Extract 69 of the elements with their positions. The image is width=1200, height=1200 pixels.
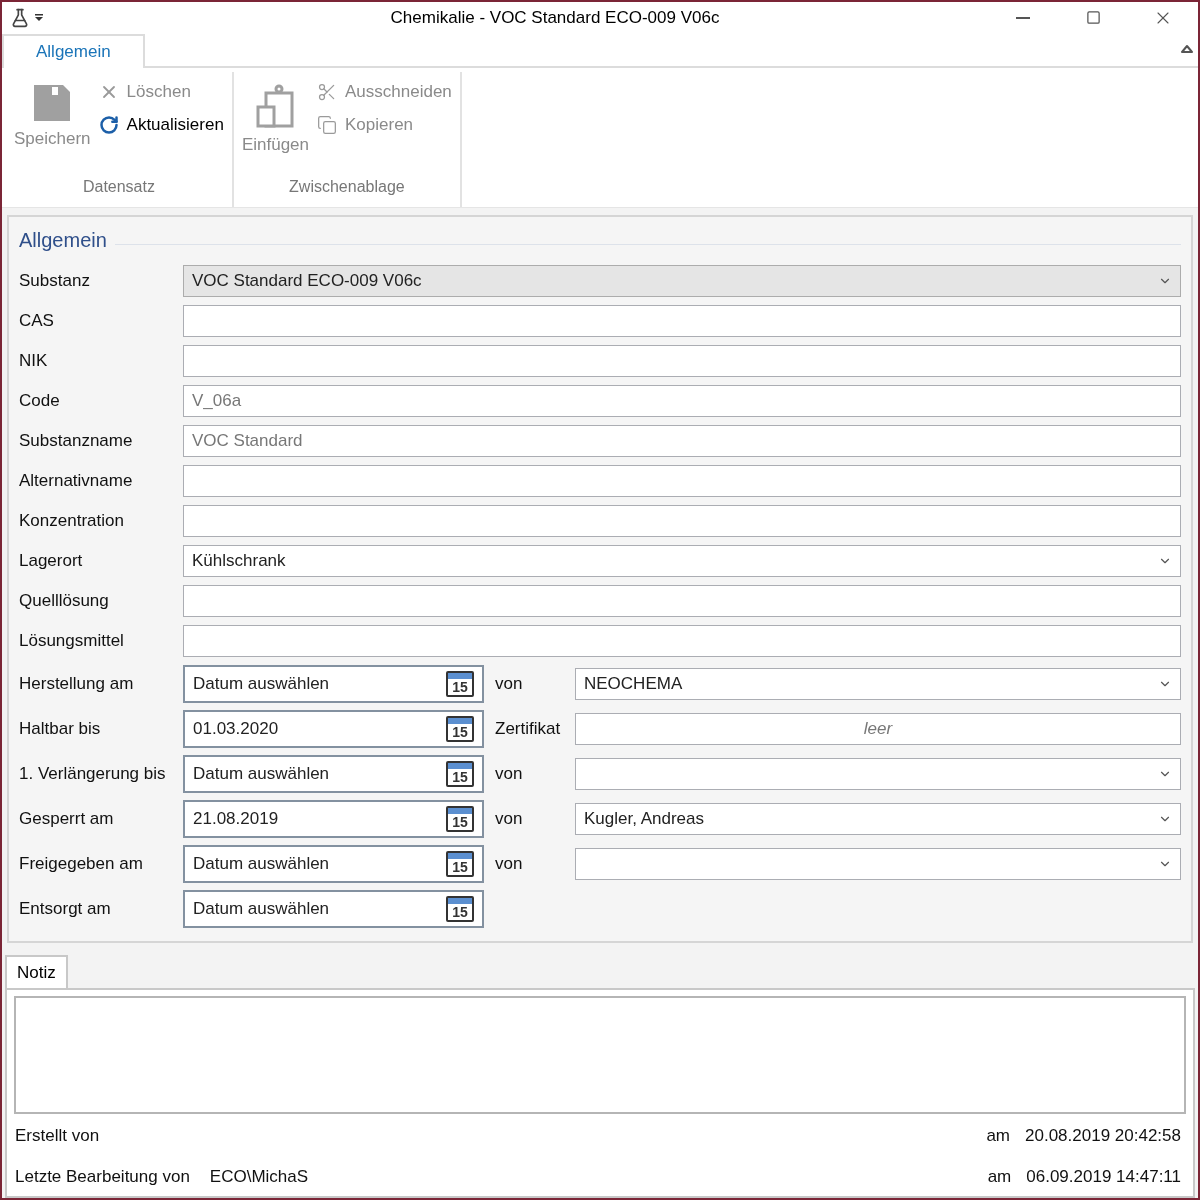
date-picker[interactable]: 21.08.2019 15 (183, 800, 484, 838)
note-field[interactable] (14, 996, 1186, 1114)
footer-label: am (987, 1165, 1012, 1188)
text-field[interactable] (183, 505, 1181, 537)
field-label: Entsorgt am (19, 898, 112, 921)
dropdown-arrow-icon[interactable] (34, 12, 44, 23)
field-label: Herstellung am (19, 673, 135, 696)
timestamp: 20.08.2019 20:42:58 (1025, 1124, 1181, 1147)
date-picker[interactable]: Datum auswählen 15 (183, 845, 484, 883)
field-label: Substanz (19, 270, 91, 293)
date-picker[interactable]: 01.03.2020 15 (183, 710, 484, 748)
dropdown-field[interactable]: Kugler, Andreas (575, 803, 1181, 835)
copy-icon (317, 115, 337, 135)
text-field[interactable]: leer (575, 713, 1181, 745)
user-name: ECO\MichaS (209, 1165, 309, 1188)
field-label: Gesperrt am (19, 808, 115, 831)
timestamp: 06.09.2019 14:47:11 (1026, 1165, 1181, 1188)
ribbon-button[interactable]: Aktualisieren (98, 110, 224, 140)
calendar-icon[interactable]: 15 (446, 716, 474, 742)
window-title: Chemikalie - VOC Standard ECO-009 V06c (389, 6, 721, 29)
calendar-icon[interactable]: 15 (446, 851, 474, 877)
footer-label: Letzte Bearbeitung von (15, 1165, 190, 1188)
footer-label: Erstellt von (15, 1124, 100, 1147)
dropdown-field[interactable] (575, 848, 1181, 880)
field-label: NIK (19, 350, 49, 373)
field-label: Quelllösung (19, 590, 110, 613)
dropdown-field[interactable] (575, 758, 1181, 790)
field-label: von (494, 853, 524, 876)
text-field[interactable] (183, 465, 1181, 497)
ribbon-tab[interactable]: Allgemein (2, 34, 145, 68)
dropdown-field[interactable]: Kühlschrank (183, 545, 1181, 577)
calendar-icon[interactable]: 15 (446, 896, 474, 922)
section-title: Allgemein (19, 228, 107, 253)
text-field[interactable] (183, 625, 1181, 657)
date-picker[interactable]: Datum auswählen 15 (183, 665, 484, 703)
field-label: von (494, 763, 524, 786)
field-label: von (494, 808, 524, 831)
text-field[interactable] (183, 305, 1181, 337)
field-label: von (494, 673, 524, 696)
group-label: Zwischenablage (288, 177, 406, 197)
field-label: 1. Verlängerung bis (19, 763, 167, 786)
dropdown-field[interactable]: NEOCHEMA (575, 668, 1181, 700)
scissors-icon (317, 82, 337, 102)
clipboard-icon (256, 84, 295, 128)
date-picker[interactable]: Datum auswählen 15 (183, 890, 484, 928)
group-label: Datensatz (81, 177, 156, 197)
field-label: Zertifikat (494, 718, 562, 741)
text-field[interactable] (183, 585, 1181, 617)
refresh-icon (98, 115, 119, 135)
field-label: Alternativname (19, 470, 134, 493)
calendar-icon[interactable]: 15 (446, 761, 474, 787)
field-label: Lagerort (19, 550, 84, 573)
field-label: Freigegeben am (19, 853, 144, 876)
field-label: Konzentration (19, 510, 125, 533)
footer-label: am (986, 1124, 1010, 1147)
date-picker[interactable]: Datum auswählen 15 (183, 755, 484, 793)
field-label: Substanzname (19, 430, 134, 453)
calendar-icon[interactable]: 15 (446, 671, 474, 697)
field-label: Code (19, 390, 61, 413)
maximize-icon (1085, 10, 1101, 25)
minimize-icon (1016, 16, 1030, 19)
field-label: Haltbar bis (19, 718, 102, 741)
field-label: Lösungsmittel (19, 630, 125, 653)
flask-icon[interactable] (10, 7, 30, 28)
calendar-icon[interactable]: 15 (446, 806, 474, 832)
note-tab[interactable]: Notiz (5, 955, 68, 988)
text-field[interactable] (183, 345, 1181, 377)
field-label: CAS (19, 310, 55, 333)
collapse-icon[interactable] (1180, 44, 1194, 54)
